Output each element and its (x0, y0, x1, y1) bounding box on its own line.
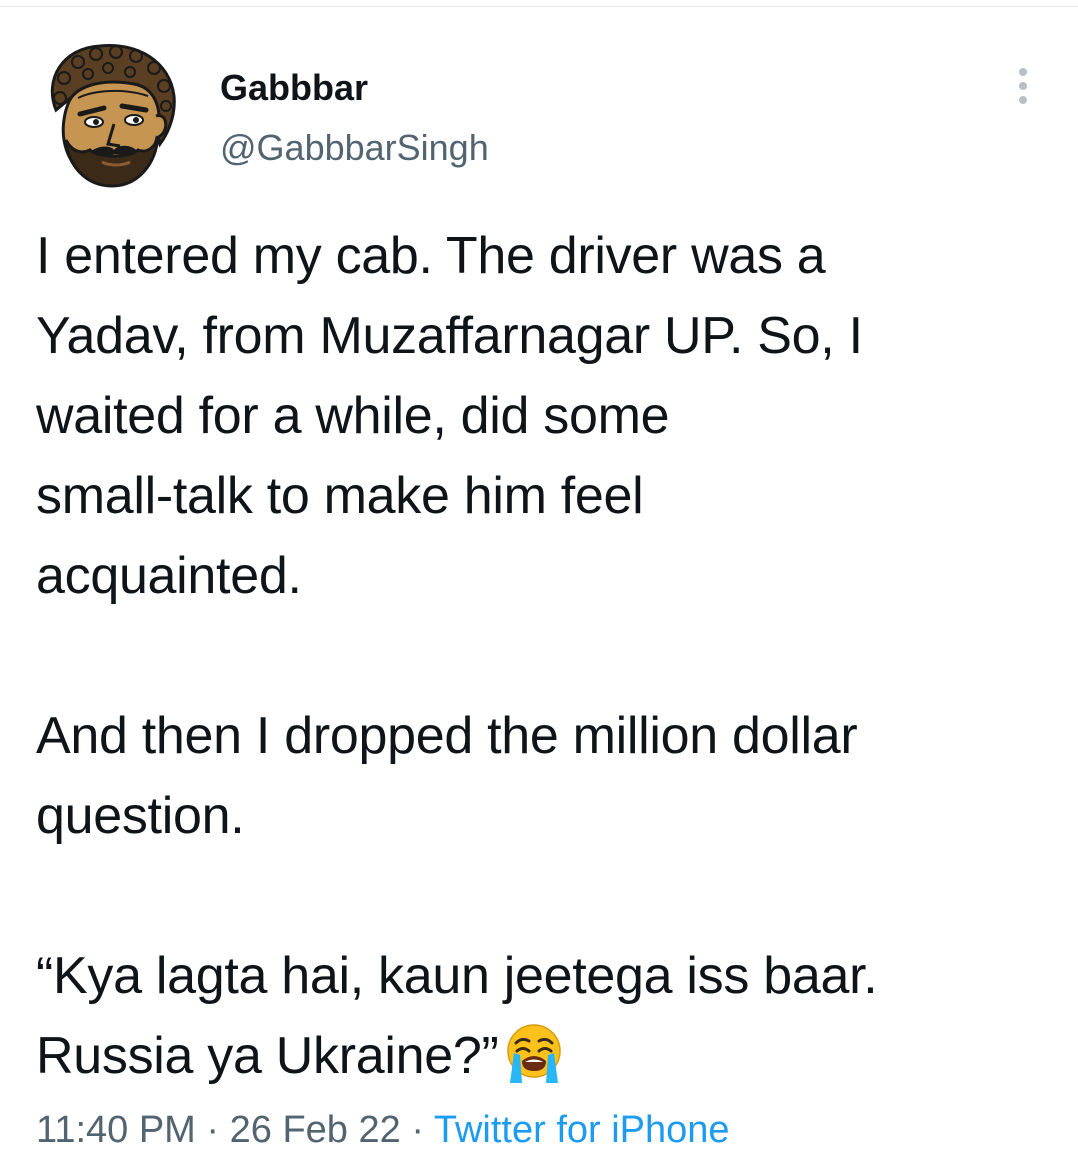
user-handle[interactable]: @GabbbarSingh (220, 126, 489, 170)
avatar[interactable] (38, 40, 178, 190)
tweet-text: I entered my cab. The driver was a Yadav… (36, 227, 878, 1085)
tweet-source-link[interactable]: Twitter for iPhone (434, 1109, 730, 1151)
tweet-meta: 11:40 PM · 26 Feb 22 · Twitter for iPhon… (36, 1105, 730, 1155)
cartoon-face-avatar-icon (50, 43, 176, 188)
loudly-crying-face-icon (502, 1021, 566, 1085)
more-vertical-icon (1019, 68, 1027, 104)
tweet-time[interactable]: 11:40 PM (36, 1109, 196, 1151)
meta-separator-2: · (400, 1109, 434, 1151)
meta-separator: · (195, 1109, 230, 1151)
display-name[interactable]: Gabbbar (220, 66, 368, 110)
tweet-date[interactable]: 26 Feb 22 (230, 1109, 401, 1151)
more-options-button[interactable] (1008, 66, 1038, 106)
tweet-body: I entered my cab. The driver was a Yadav… (36, 216, 1046, 1096)
top-divider (0, 6, 1078, 7)
